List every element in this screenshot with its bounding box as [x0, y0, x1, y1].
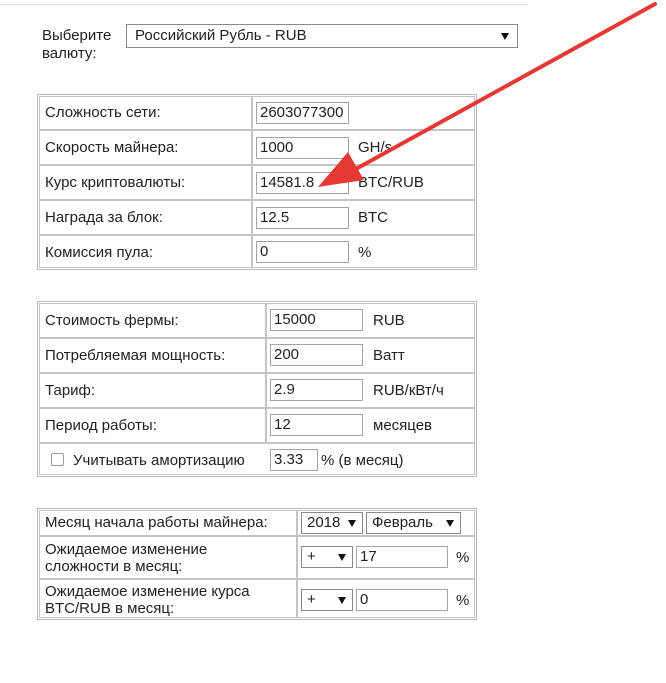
red-arrow-annotation	[318, 2, 657, 187]
